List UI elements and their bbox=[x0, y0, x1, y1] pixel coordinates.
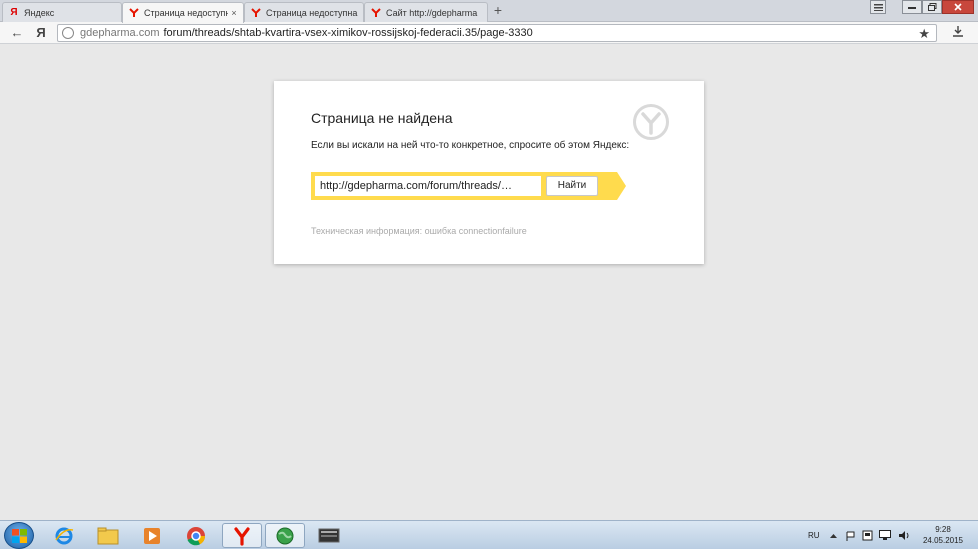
tech-info: Техническая информация: ошибка connectio… bbox=[311, 226, 527, 236]
tab-page-unavailable[interactable]: Страница недоступна bbox=[244, 2, 364, 22]
tab-page-unavailable-active[interactable]: Страница недоступна × bbox=[122, 2, 244, 23]
media-player-icon[interactable] bbox=[132, 523, 172, 548]
yandex-browser-icon bbox=[371, 7, 381, 18]
close-window-button[interactable] bbox=[942, 0, 974, 14]
yandex-browser-logo-icon bbox=[633, 104, 669, 140]
url-host: gdepharma.com bbox=[80, 27, 160, 39]
bookmark-star-icon[interactable]: ★ bbox=[918, 26, 930, 42]
url-field[interactable]: gdepharma.com forum/threads/shtab-kvarti… bbox=[57, 24, 937, 42]
network-icon[interactable] bbox=[879, 521, 891, 549]
address-bar: ← Я gdepharma.com forum/threads/shtab-kv… bbox=[0, 22, 978, 44]
taskbar: RU 9:28 24.05.2015 bbox=[0, 520, 978, 549]
minimize-button[interactable] bbox=[902, 0, 922, 14]
tab-yandex[interactable]: Я Яндекс bbox=[2, 2, 122, 22]
back-button[interactable]: ← bbox=[9, 25, 25, 41]
menu-icon[interactable] bbox=[870, 0, 886, 14]
start-button[interactable] bbox=[4, 522, 34, 549]
search-button[interactable]: Найти bbox=[546, 176, 598, 196]
yandex-search-box: http://gdepharma.com/forum/threads/… Най… bbox=[311, 172, 617, 200]
volume-icon[interactable] bbox=[898, 521, 910, 549]
reload-icon[interactable] bbox=[62, 27, 74, 39]
tray-expand-icon[interactable] bbox=[830, 521, 837, 549]
language-indicator[interactable]: RU bbox=[808, 521, 820, 549]
tray-app-icon[interactable] bbox=[862, 521, 873, 549]
terminal-icon[interactable] bbox=[309, 523, 349, 548]
clock[interactable]: 9:28 24.05.2015 bbox=[918, 524, 968, 546]
page-title: Страница не найдена bbox=[311, 110, 453, 126]
tab-label: Страница недоступна bbox=[266, 7, 358, 18]
restore-button[interactable] bbox=[922, 0, 942, 14]
clock-time: 9:28 bbox=[935, 525, 951, 534]
search-arrow-decoration bbox=[617, 172, 626, 200]
search-input[interactable]: http://gdepharma.com/forum/threads/… bbox=[315, 176, 541, 196]
error-description: Если вы искали на ней что-то конкретное,… bbox=[311, 140, 630, 151]
downloads-icon[interactable] bbox=[950, 25, 966, 41]
tab-label: Сайт http://gdepharma bbox=[386, 7, 478, 18]
network-globe-icon[interactable] bbox=[265, 523, 305, 548]
error-card: Страница не найдена Если вы искали на не… bbox=[274, 81, 704, 264]
action-center-flag-icon[interactable] bbox=[846, 521, 856, 549]
tab-label: Страница недоступна bbox=[144, 8, 228, 18]
tab-site-gdepharma[interactable]: Сайт http://gdepharma bbox=[364, 2, 488, 22]
yandex-browser-icon bbox=[251, 7, 261, 18]
chrome-icon[interactable] bbox=[176, 523, 216, 548]
file-explorer-icon[interactable] bbox=[88, 523, 128, 548]
yandex-y-icon: Я bbox=[10, 7, 18, 18]
tab-bar: Я Яндекс Страница недоступна × Страница … bbox=[0, 0, 978, 23]
yandex-home-button[interactable]: Я bbox=[33, 25, 49, 41]
yandex-browser-icon[interactable] bbox=[222, 523, 262, 548]
tab-label: Яндекс bbox=[24, 7, 55, 18]
clock-date: 24.05.2015 bbox=[922, 536, 964, 545]
close-icon[interactable]: × bbox=[228, 8, 240, 18]
url-path: forum/threads/shtab-kvartira-vsex-ximiko… bbox=[163, 27, 533, 39]
new-tab-button[interactable]: + bbox=[491, 3, 505, 17]
ie-icon[interactable] bbox=[44, 523, 84, 548]
yandex-browser-icon bbox=[129, 8, 139, 18]
